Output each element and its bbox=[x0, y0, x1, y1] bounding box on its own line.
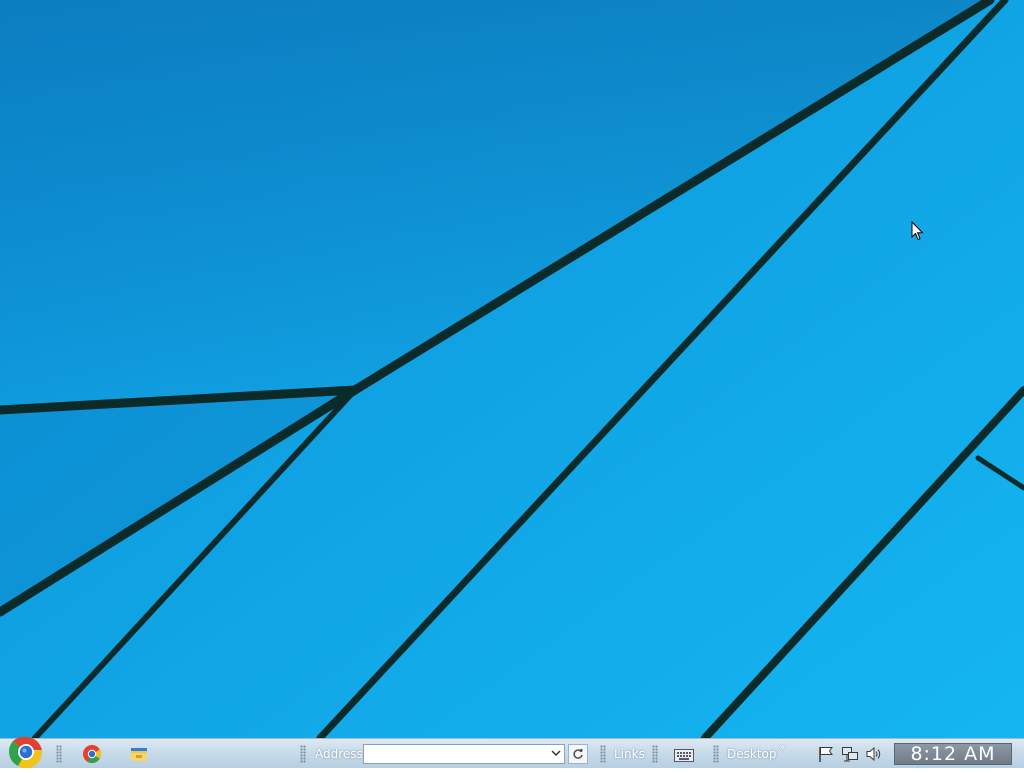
refresh-button[interactable] bbox=[568, 744, 588, 764]
refresh-icon bbox=[573, 748, 583, 759]
taskbar: Address Links Desktop » 8:12 AM bbox=[0, 735, 1024, 769]
touch-keyboard-button[interactable] bbox=[674, 747, 694, 766]
address-input[interactable] bbox=[363, 744, 565, 764]
system-clock[interactable]: 8:12 AM bbox=[894, 743, 1012, 765]
folder-icon bbox=[131, 748, 147, 761]
chevron-down-icon[interactable] bbox=[551, 748, 561, 758]
chrome-icon bbox=[83, 745, 102, 764]
explorer-launch-button[interactable] bbox=[129, 744, 149, 764]
toolbar-grip[interactable] bbox=[300, 745, 306, 763]
toolbar-grip[interactable] bbox=[56, 745, 62, 763]
links-toolbar-label[interactable]: Links bbox=[614, 747, 645, 761]
toolbar-grip[interactable] bbox=[713, 745, 719, 763]
chrome-orb-icon bbox=[8, 736, 43, 769]
desktop-toolbar-label[interactable]: Desktop bbox=[727, 747, 777, 761]
flag-icon bbox=[819, 747, 833, 762]
network-button[interactable] bbox=[841, 745, 859, 767]
toolbar-grip[interactable] bbox=[600, 745, 606, 763]
address-toolbar-label: Address bbox=[315, 747, 363, 761]
desktop-wallpaper bbox=[0, 0, 1024, 738]
network-icon bbox=[842, 747, 858, 762]
volume-button[interactable] bbox=[865, 745, 883, 767]
action-center-button[interactable] bbox=[817, 745, 835, 767]
mouse-cursor-icon bbox=[911, 221, 924, 241]
keyboard-icon bbox=[674, 749, 694, 762]
desktop-toolbar-chevron[interactable]: » bbox=[779, 742, 785, 753]
chrome-launch-button[interactable] bbox=[82, 744, 102, 764]
toolbar-grip[interactable] bbox=[652, 745, 658, 763]
volume-icon bbox=[866, 746, 881, 762]
desktop[interactable] bbox=[0, 0, 1024, 738]
start-button[interactable] bbox=[8, 735, 44, 769]
